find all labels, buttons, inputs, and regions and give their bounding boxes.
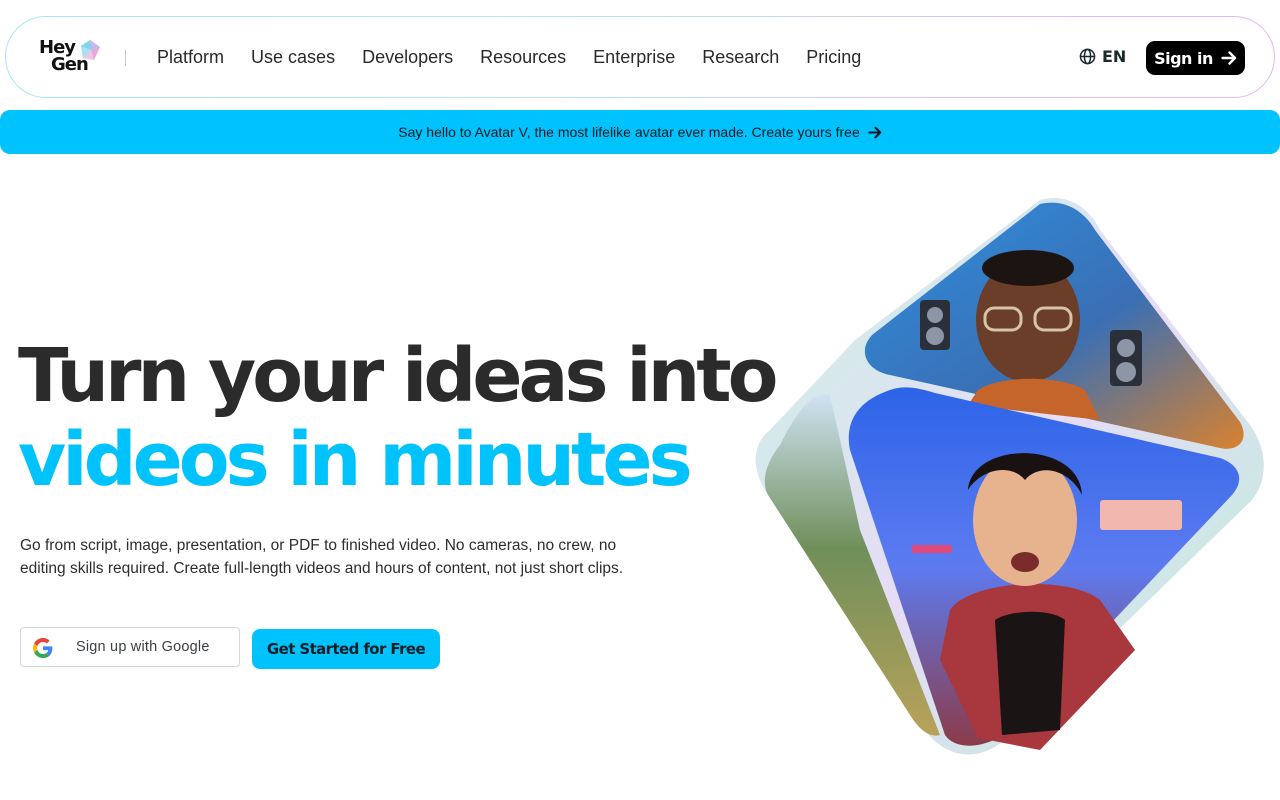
banner-text: Say hello to Avatar V, the most lifelike… <box>398 124 860 140</box>
nav-links: Platform Use cases Developers Resources … <box>157 17 861 97</box>
nav-link-use-cases[interactable]: Use cases <box>251 47 335 68</box>
get-started-button[interactable]: Get Started for Free <box>252 629 440 669</box>
arrow-right-icon <box>1221 51 1237 65</box>
nav-link-platform[interactable]: Platform <box>157 47 224 68</box>
logo-gem-icon <box>81 40 100 60</box>
nav-link-pricing[interactable]: Pricing <box>806 47 861 68</box>
globe-icon <box>1079 48 1096 65</box>
announcement-banner[interactable]: Say hello to Avatar V, the most lifelike… <box>0 110 1280 154</box>
nav-link-research[interactable]: Research <box>702 47 779 68</box>
nav-link-developers[interactable]: Developers <box>362 47 453 68</box>
hero-gem-illustration <box>755 198 1264 755</box>
sign-in-button[interactable]: Sign in <box>1146 41 1245 75</box>
nav-divider <box>125 50 126 66</box>
headline-line1: Turn your ideas into <box>18 333 779 419</box>
heygen-logo[interactable]: Hey Gen <box>39 39 103 77</box>
google-icon <box>33 638 53 658</box>
headline-line2: videos in minutes <box>18 417 693 503</box>
google-signup-label: Sign up with Google <box>76 639 210 655</box>
arrow-right-icon <box>867 126 882 138</box>
nav-link-resources[interactable]: Resources <box>480 47 566 68</box>
hero-description: Go from script, image, presentation, or … <box>20 537 624 577</box>
language-label: EN <box>1102 47 1127 66</box>
google-signup-button[interactable]: Sign up with Google <box>20 627 240 667</box>
hero-headline: Turn your ideas into videos in minutes <box>18 333 779 503</box>
top-navigation: Hey Gen Platform Use cases Developers Re… <box>5 16 1275 98</box>
language-selector[interactable]: EN <box>1079 47 1126 66</box>
nav-link-enterprise[interactable]: Enterprise <box>593 47 675 68</box>
sign-in-label: Sign in <box>1154 48 1213 68</box>
